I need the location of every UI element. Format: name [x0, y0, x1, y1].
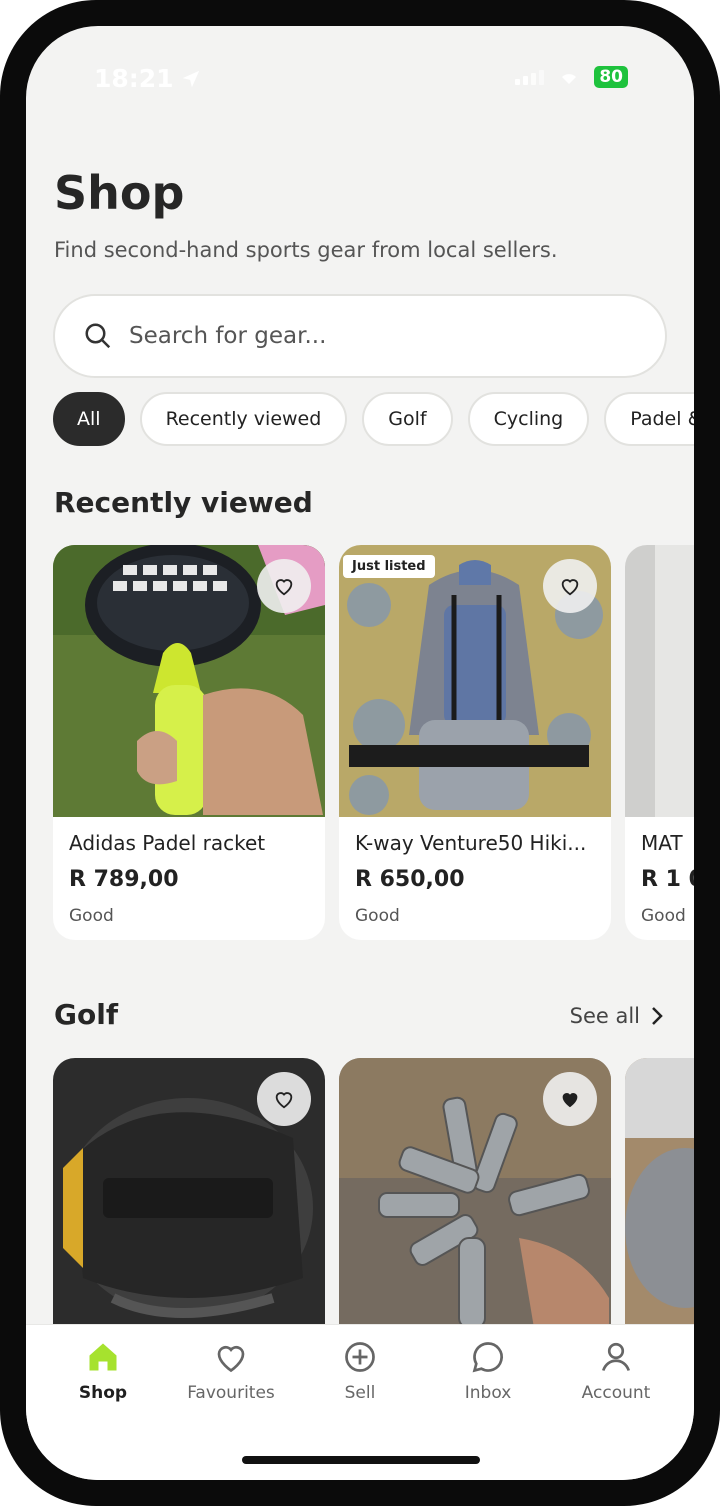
nav-inbox-label: Inbox: [464, 1383, 512, 1403]
page-subtitle: Find second-hand sports gear from local …: [54, 238, 558, 262]
nav-sell-label: Sell: [344, 1383, 376, 1403]
page-title: Shop: [54, 166, 185, 220]
product-card[interactable]: Adidas Padel racket R 789,00 Good: [53, 545, 325, 940]
chevron-right-icon: [652, 1007, 663, 1025]
nav-inbox[interactable]: Inbox: [433, 1339, 543, 1403]
see-all-label: See all: [569, 1004, 640, 1028]
chip-cycling[interactable]: Cycling: [467, 392, 590, 446]
search-placeholder: Search for gear...: [129, 323, 327, 349]
search-input[interactable]: Search for gear...: [53, 294, 667, 378]
recently-viewed-title: Recently viewed: [54, 486, 313, 519]
chip-golf[interactable]: Golf: [362, 392, 453, 446]
product-info: MAT R 1 0 Good: [625, 817, 694, 940]
heart-filled-icon: [562, 1093, 578, 1108]
status-time: 18:21: [94, 64, 202, 93]
phone-frame: 18:21 80 Shop Find second-hand sports ge…: [0, 0, 720, 1506]
see-all-link[interactable]: See all: [570, 1004, 664, 1028]
nav-favourites[interactable]: Favourites: [176, 1339, 286, 1403]
product-price: R 1 0: [641, 867, 694, 892]
just-listed-badge: Just listed: [343, 555, 435, 578]
category-chips: All Recently viewed Golf Cycling Padel &: [53, 392, 694, 446]
wifi-icon: [562, 74, 577, 84]
product-card[interactable]: [53, 1058, 325, 1358]
product-condition: Good: [69, 906, 114, 926]
search-icon: [85, 323, 111, 349]
signal-icon: [515, 69, 545, 85]
location-arrow-icon: [182, 70, 199, 87]
favourite-button[interactable]: [257, 559, 311, 613]
chat-bubble-icon: [472, 1342, 503, 1373]
heart-outline-icon: [275, 579, 293, 596]
nav-favourites-label: Favourites: [187, 1383, 275, 1403]
plus-circle-icon: [345, 1342, 375, 1372]
heart-icon: [217, 1345, 245, 1373]
product-image-golf-irons: [339, 1058, 611, 1358]
product-image-mat: [625, 545, 694, 817]
product-card[interactable]: [339, 1058, 611, 1358]
product-image-golf-driver: [53, 1058, 325, 1358]
user-icon: [601, 1342, 631, 1371]
product-image-padel-racket: [53, 545, 325, 817]
home-icon: [89, 1343, 117, 1371]
product-card[interactable]: [625, 1058, 694, 1358]
favourite-button[interactable]: [257, 1072, 311, 1126]
product-info: Adidas Padel racket R 789,00 Good: [53, 817, 325, 940]
product-image-backpack: Just listed: [339, 545, 611, 817]
product-name: K-way Venture50 Hiki...: [355, 831, 587, 855]
home-indicator: [242, 1456, 480, 1464]
product-card[interactable]: Just listed K-way Venture50 Hiki... R 65…: [339, 545, 611, 940]
chip-padel[interactable]: Padel &: [604, 392, 694, 446]
product-price: R 650,00: [355, 867, 465, 892]
nav-account[interactable]: Account: [561, 1339, 671, 1403]
status-icons: 80: [515, 66, 628, 88]
nav-shop-label: Shop: [78, 1383, 128, 1403]
favourite-button[interactable]: [543, 559, 597, 613]
nav-sell[interactable]: Sell: [305, 1339, 415, 1403]
bottom-nav: Shop Favourites Sell Inbox Account: [26, 1324, 694, 1480]
nav-account-label: Account: [581, 1383, 651, 1403]
product-condition: Good: [355, 906, 400, 926]
chip-recently-viewed[interactable]: Recently viewed: [139, 392, 348, 446]
product-condition: Good: [641, 906, 686, 926]
product-info: K-way Venture50 Hiki... R 650,00 Good: [339, 817, 611, 940]
battery-icon: 80: [594, 66, 628, 88]
nav-shop[interactable]: Shop: [48, 1339, 158, 1403]
product-price: R 789,00: [69, 867, 179, 892]
product-name: MAT: [641, 831, 683, 855]
heart-outline-icon: [275, 1092, 293, 1109]
product-name: Adidas Padel racket: [69, 831, 266, 855]
chip-all[interactable]: All: [53, 392, 125, 446]
screen: 18:21 80 Shop Find second-hand sports ge…: [26, 26, 694, 1480]
golf-title: Golf: [54, 998, 118, 1031]
status-time-text: 18:21: [94, 64, 174, 93]
product-card[interactable]: MAT R 1 0 Good: [625, 545, 694, 940]
product-image-golf-club: [625, 1058, 694, 1358]
favourite-button[interactable]: [543, 1072, 597, 1126]
heart-outline-icon: [561, 579, 579, 596]
